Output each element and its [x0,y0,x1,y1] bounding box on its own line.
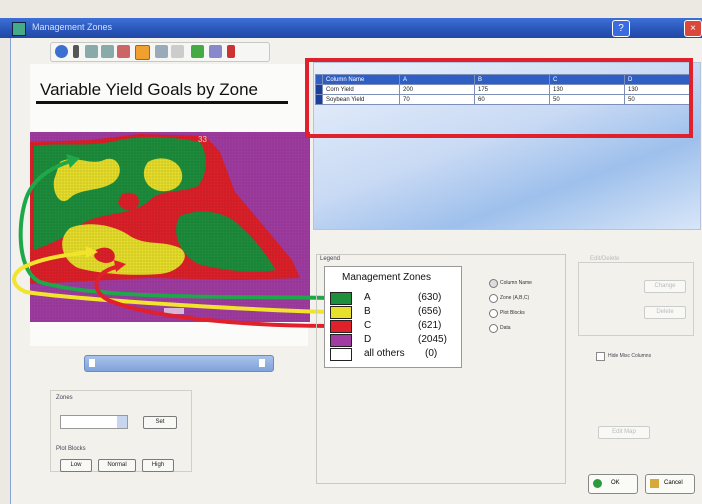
legend-zone-label: D [364,334,372,345]
radio-data[interactable] [489,324,498,333]
help-icon[interactable]: ? [612,20,630,37]
normal-button[interactable]: Normal [98,459,136,472]
globe-icon[interactable] [55,45,68,58]
radio-zone[interactable] [489,294,498,303]
zone-map[interactable]: 33 [30,132,310,322]
info-icon[interactable] [155,45,168,58]
map-cursor [164,308,184,314]
title-bar: Management Zones ? × [0,18,702,38]
hide-misc-checkbox[interactable] [596,352,605,361]
change-button[interactable]: Change [644,280,686,293]
legend-title: Management Zones [342,272,431,283]
zoom-out-icon[interactable] [101,45,114,58]
cancel-button[interactable]: Cancel [645,474,695,494]
cancel-icon [650,479,659,488]
legend-swatch-c [330,320,352,333]
map-scrollbar[interactable] [84,355,274,372]
low-button[interactable]: Low [60,459,92,472]
legend-zone-label: all others [364,348,405,359]
print-icon[interactable] [227,45,235,58]
legend-zone-label: B [364,306,371,317]
legend-swatch-b [330,306,352,319]
set-button[interactable]: Set [143,416,177,429]
edit-map-button[interactable]: Edit Map [598,426,650,439]
legend-swatch-others [330,348,352,361]
delete-button[interactable]: Delete [644,306,686,319]
refresh-icon[interactable] [191,45,204,58]
chevron-down-icon[interactable] [117,416,127,428]
radio-label: Column Name [500,280,532,286]
legend-swatch-a [330,292,352,305]
close-icon[interactable]: × [684,20,702,37]
legend-zone-label: A [364,292,371,303]
highlight-box [305,58,693,138]
scroll-left-icon[interactable] [89,359,95,367]
radio-label: Zone (A,B,C) [500,295,530,301]
legend-zone-count: (0) [425,348,438,359]
cancel-label: Cancel [664,480,683,486]
legend-zone-count: (630) [418,292,442,303]
map-toolbar [50,42,270,62]
ok-button[interactable]: OK [588,474,638,494]
ok-label: OK [611,480,620,486]
app-icon [12,22,26,36]
plot-blocks-label: Plot Blocks [56,446,86,452]
map-title: Variable Yield Goals by Zone [40,80,258,99]
zoom-in-icon[interactable] [85,45,98,58]
title-underline [36,101,288,104]
zones-combo[interactable] [60,415,128,429]
radio-plot-blocks[interactable] [489,309,498,318]
blank-icon[interactable] [171,45,184,58]
window-title: Management Zones [32,22,113,32]
map-badge: 33 [198,135,207,144]
radio-column-name[interactable] [489,279,498,288]
legend-zone-count: (656) [418,306,442,317]
edit-group [578,262,694,336]
legend-zone-count: (621) [418,320,442,331]
pointer-icon[interactable] [73,45,79,58]
select-icon[interactable] [135,45,150,60]
pan-icon[interactable] [117,45,130,58]
layers-icon[interactable] [209,45,222,58]
scroll-right-icon[interactable] [259,359,265,367]
zones-label: Zones [56,395,73,401]
legend-zone-label: C [364,320,372,331]
high-button[interactable]: High [142,459,174,472]
legend-zone-count: (2045) [418,334,447,345]
legend-frame-label: Legend [320,256,341,262]
radio-label: Data [500,325,511,331]
check-icon [593,479,602,488]
edit-group-label: Edit/Delete [590,256,620,262]
radio-label: Plot Blocks [500,310,525,316]
hide-misc-label: Hide Misc Columns [608,353,652,359]
legend-swatch-d [330,334,352,347]
